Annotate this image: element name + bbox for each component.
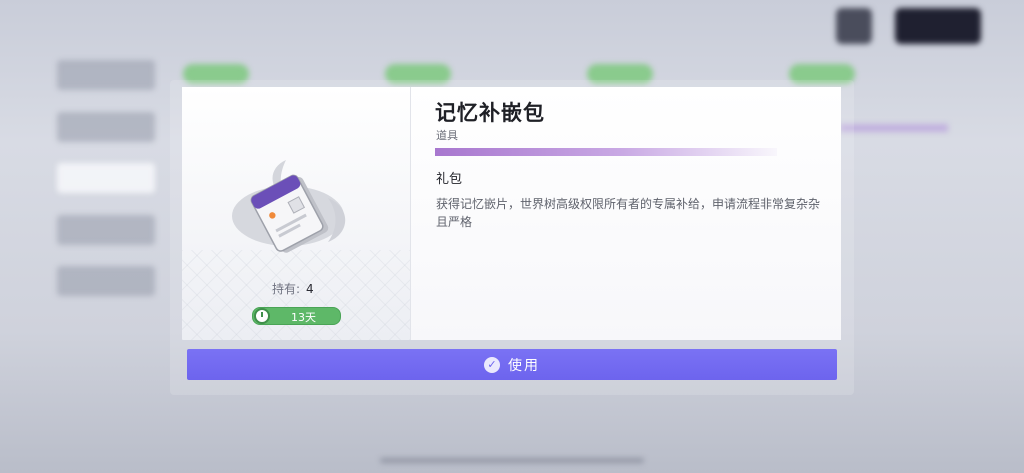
expiry-badge: 13天: [252, 307, 341, 325]
item-description: 获得记忆嵌片，世界树高级权限所有者的专属补给，申请流程非常复杂杂且严格: [436, 197, 821, 229]
owned-value: 4: [306, 282, 314, 296]
bg-accent-line: [840, 124, 948, 132]
expiry-days: 13天: [291, 311, 316, 324]
bg-home-indicator: [380, 458, 644, 463]
bg-side-button: [57, 266, 155, 296]
use-button[interactable]: ✓ 使用: [187, 349, 837, 380]
bg-side-button: [57, 112, 155, 142]
bg-side-button: [57, 215, 155, 245]
bg-side-button: [57, 60, 155, 90]
memory-chip-pack-icon: [228, 158, 356, 262]
check-circle-icon: ✓: [484, 356, 500, 373]
bg-top-button: [895, 8, 981, 44]
item-title: 记忆补嵌包: [435, 101, 545, 125]
item-category: 道具: [436, 129, 458, 142]
bg-side-button: [57, 163, 155, 193]
owned-count: 持有: 4: [272, 280, 314, 297]
bg-top-button: [836, 8, 872, 44]
use-button-label: 使用: [508, 357, 540, 374]
rarity-bar: [435, 148, 777, 156]
item-type: 礼包: [436, 172, 463, 187]
owned-label: 持有:: [272, 282, 301, 296]
